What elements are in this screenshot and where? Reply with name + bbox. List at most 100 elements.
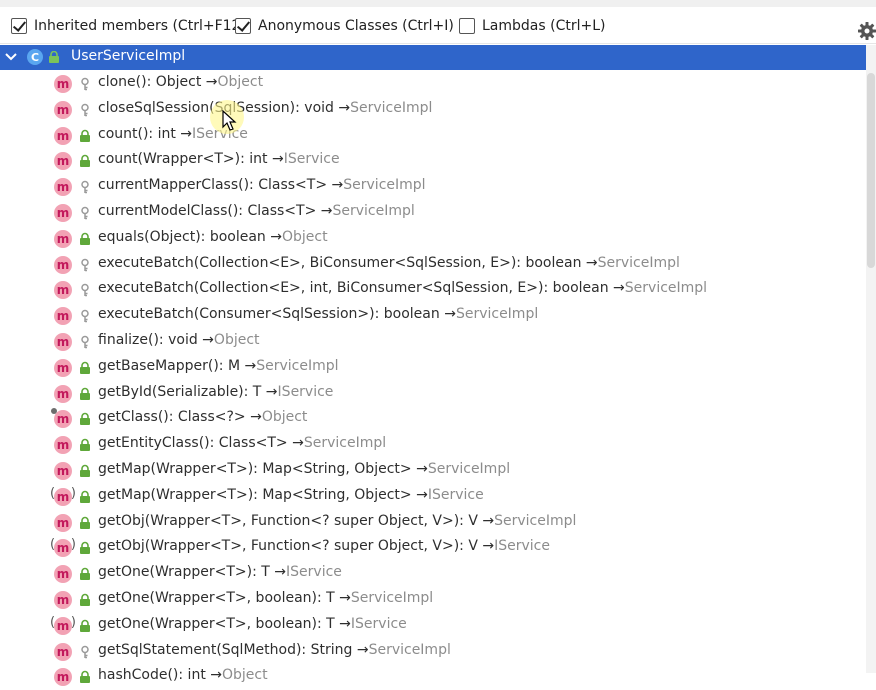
method-icon: m	[54, 75, 72, 93]
inherited-from-arrow-icon: →	[327, 177, 344, 194]
gear-icon[interactable]	[857, 21, 876, 41]
member-row[interactable]: m hashCode(): int →Object	[0, 664, 866, 690]
method-icon: m	[54, 590, 72, 609]
member-row[interactable]: m getObj(Wrapper<T>, Function<? super Obj…	[0, 535, 866, 561]
member-row[interactable]: m getEntityClass(): Class<T> →ServiceImpl	[0, 432, 866, 458]
vertical-scrollbar[interactable]	[866, 45, 876, 673]
inherited-members-option[interactable]: Inherited members (Ctrl+F12)	[11, 17, 246, 35]
member-row[interactable]: m count(): int →IService	[0, 123, 866, 149]
member-row[interactable]: m getOne(Wrapper<T>): T →IService	[0, 561, 866, 587]
member-origin: ServiceImpl	[303, 435, 387, 452]
member-origin: IService	[286, 564, 342, 581]
member-row[interactable]: m finalize(): void →Object	[0, 329, 866, 355]
member-row[interactable]: m getMap(Wrapper<T>): Map<String, Object>…	[0, 484, 866, 510]
method-icon: m	[54, 332, 72, 351]
inherited-from-arrow-icon: →	[201, 74, 218, 90]
inherited-from-arrow-icon: →	[334, 589, 351, 606]
member-row[interactable]: m getClass(): Class<?> →Object	[0, 406, 866, 432]
method-icon: m	[54, 565, 72, 584]
protected-key-icon	[81, 284, 89, 297]
method-icon: m	[54, 436, 72, 455]
member-signature: getOne(Wrapper<T>): T →IService	[98, 564, 342, 580]
protected-key-icon	[81, 309, 89, 323]
member-row[interactable]: m currentMapperClass(): Class<T> →Service…	[0, 174, 866, 200]
member-name: count(): int	[98, 125, 176, 142]
member-name: hashCode(): int	[98, 667, 206, 684]
member-row[interactable]: m getMap(Wrapper<T>): Map<String, Object>…	[0, 458, 866, 484]
member-signature: getSqlStatement(SqlMethod): String →Serv…	[98, 642, 451, 658]
member-name: getById(Serializable): T	[98, 383, 262, 400]
member-origin: ServiceImpl	[343, 177, 426, 194]
anonymous-classes-option[interactable]: Anonymous Classes (Ctrl+I)	[235, 17, 454, 35]
member-name: executeBatch(Collection<E>, int, BiConsu…	[98, 280, 609, 297]
inherited-from-arrow-icon: →	[411, 460, 428, 477]
protected-key-icon	[81, 258, 89, 271]
member-row[interactable]: m executeBatch(Collection<E>, BiConsumer<…	[0, 252, 866, 278]
class-node-userserviceimpl[interactable]: C UserServiceImpl	[0, 45, 876, 70]
member-row[interactable]: m getObj(Wrapper<T>, Function<? super Obj…	[0, 510, 866, 536]
member-origin: ServiceImpl	[624, 280, 708, 297]
protected-key-icon	[81, 645, 89, 658]
lambdas-checkbox[interactable]	[459, 18, 475, 34]
member-origin: ServiceImpl	[427, 460, 511, 477]
member-name: getObj(Wrapper<T>, Function<? super Obje…	[98, 512, 478, 529]
method-icon: m	[54, 642, 72, 661]
method-icon: m	[54, 152, 72, 171]
member-row[interactable]: m getById(Serializable): T →IService	[0, 381, 866, 407]
method-icon: m	[54, 358, 72, 377]
chevron-down-icon[interactable]	[4, 50, 18, 64]
member-name: getMap(Wrapper<T>): Map<String, Object>	[98, 486, 412, 503]
public-lock-icon	[80, 567, 90, 581]
member-row[interactable]: m executeBatch(Consumer<SqlSession>): boo…	[0, 303, 866, 329]
member-row[interactable]: m getOne(Wrapper<T>, boolean): T →Service…	[0, 587, 866, 613]
member-origin: ServiceImpl	[350, 589, 434, 606]
member-origin: ServiceImpl	[332, 202, 415, 219]
public-lock-icon	[80, 155, 90, 168]
public-lock-icon	[80, 464, 90, 477]
inherited-from-arrow-icon: →	[334, 615, 351, 632]
member-row[interactable]: m clone(): Object →Object	[0, 71, 866, 97]
public-lock-icon	[80, 232, 90, 245]
member-name: currentModelClass(): Class<T>	[98, 202, 317, 219]
member-row[interactable]: m count(Wrapper<T>): int →IService	[0, 148, 866, 174]
protected-key-icon	[81, 335, 89, 349]
inherited-members-label: Inherited members (Ctrl+F12)	[34, 18, 246, 34]
member-origin: IService	[350, 615, 407, 632]
member-signature: getEntityClass(): Class<T> →ServiceImpl	[98, 435, 386, 451]
inherited-from-arrow-icon: →	[261, 383, 278, 400]
member-row[interactable]: m closeSqlSession(SqlSession): void →Serv…	[0, 97, 866, 123]
abstract-method-icon: m	[50, 487, 76, 506]
member-name: finalize(): void	[98, 331, 198, 348]
member-name: getOne(Wrapper<T>, boolean): T	[98, 589, 335, 606]
anonymous-classes-checkbox[interactable]	[235, 18, 251, 34]
member-origin: Object	[213, 331, 260, 348]
member-origin: Object	[217, 74, 264, 90]
member-signature: getById(Serializable): T →IService	[98, 384, 333, 400]
inherited-from-arrow-icon: →	[197, 331, 214, 348]
member-origin: Object	[261, 409, 308, 426]
member-signature: getObj(Wrapper<T>, Function<? super Obje…	[98, 538, 550, 554]
member-row[interactable]: m getOne(Wrapper<T>, boolean): T →IServic…	[0, 613, 866, 639]
public-lock-icon	[80, 516, 90, 529]
abstract-method-icon: m	[50, 538, 76, 558]
public-lock-icon	[80, 361, 90, 374]
inherited-from-arrow-icon: →	[240, 357, 257, 374]
inherited-members-checkbox[interactable]	[11, 18, 27, 34]
member-row[interactable]: m currentModelClass(): Class<T> →ServiceI…	[0, 200, 866, 226]
inherited-from-arrow-icon: →	[287, 435, 304, 452]
member-row[interactable]: m equals(Object): boolean →Object	[0, 226, 866, 252]
public-lock-icon	[80, 593, 90, 606]
protected-key-icon	[81, 206, 89, 220]
member-row[interactable]: m getSqlStatement(SqlMethod): String →Ser…	[0, 639, 866, 665]
member-row[interactable]: m getBaseMapper(): M →ServiceImpl	[0, 355, 866, 381]
member-row[interactable]: m executeBatch(Collection<E>, int, BiCons…	[0, 277, 866, 303]
lambdas-option[interactable]: Lambdas (Ctrl+L)	[459, 17, 605, 35]
member-origin: ServiceImpl	[368, 641, 451, 658]
inherited-from-arrow-icon: →	[265, 228, 282, 245]
member-signature: executeBatch(Collection<E>, int, BiConsu…	[98, 280, 707, 296]
scrollbar-thumb[interactable]	[867, 73, 875, 268]
member-origin: Object	[281, 228, 328, 245]
member-signature: getMap(Wrapper<T>): Map<String, Object> …	[98, 461, 510, 477]
public-lock-icon	[80, 619, 90, 632]
member-signature: getBaseMapper(): M →ServiceImpl	[98, 358, 339, 374]
